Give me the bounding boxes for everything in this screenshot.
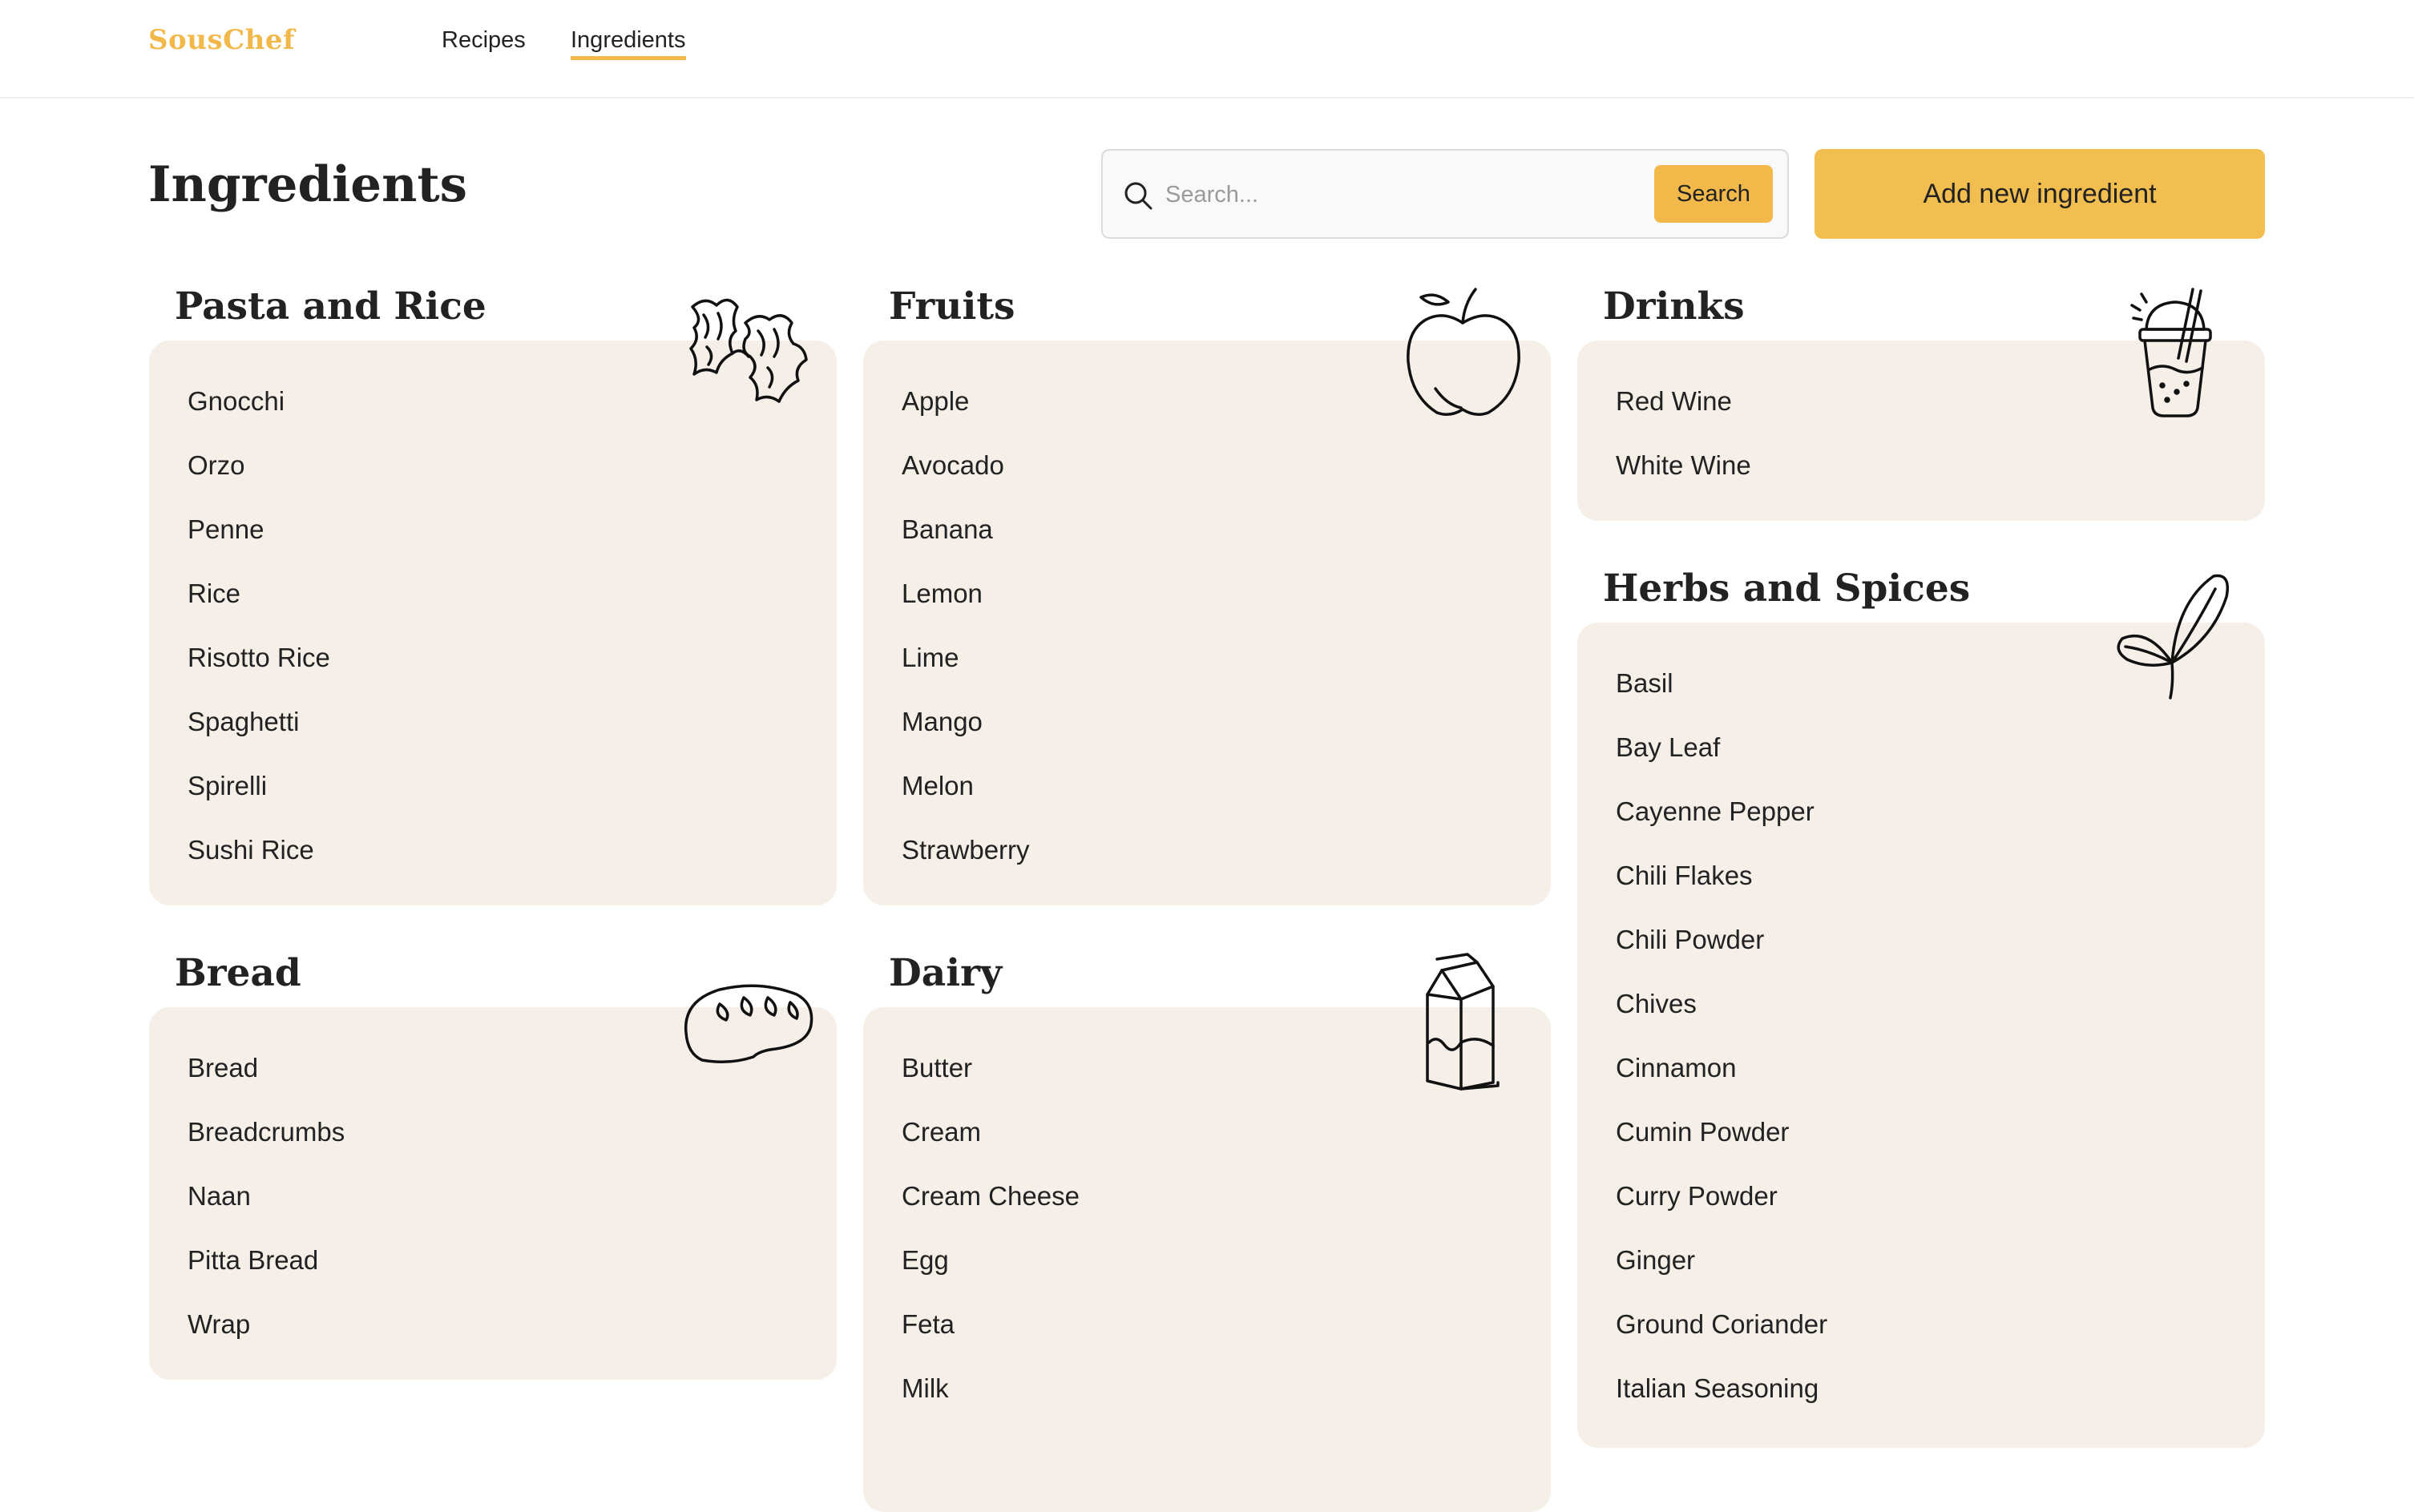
category-title: Herbs and Spices [1603,566,1971,611]
ingredient-item-cumin-powder[interactable]: Cumin Powder [1616,1110,1827,1174]
category-title: Pasta and Rice [175,284,486,329]
ingredient-item-mango[interactable]: Mango [902,700,1030,764]
nav-link-recipes[interactable]: Recipes [442,27,526,56]
ingredient-item-ginger[interactable]: Ginger [1616,1238,1827,1302]
ingredient-item-bay-leaf[interactable]: Bay Leaf [1616,725,1827,789]
ingredient-item-cayenne-pepper[interactable]: Cayenne Pepper [1616,789,1827,853]
ingredient-item-bread[interactable]: Bread [188,1046,345,1110]
ingredient-item-penne[interactable]: Penne [188,507,330,571]
ingredient-item-chives[interactable]: Chives [1616,982,1827,1046]
ingredient-item-risotto-rice[interactable]: Risotto Rice [188,635,330,700]
category-pasta-and-rice: Pasta and Rice Gnocchi Orzo Penne Rice R… [149,284,837,905]
category-fruits: Fruits Apple Avocado Banana Lemon Lime M… [863,284,1551,905]
ingredient-item-strawberry[interactable]: Strawberry [902,828,1030,892]
brand-logo[interactable]: SousChef [148,24,295,56]
ingredient-item-basil[interactable]: Basil [1616,661,1827,725]
category-herbs-and-spices: Herbs and Spices Basil Bay Leaf Cayenne … [1577,566,2265,1448]
apple-icon [1399,284,1527,421]
search-icon [1122,179,1154,212]
ingredient-item-chili-powder[interactable]: Chili Powder [1616,917,1827,982]
ingredient-item-cream[interactable]: Cream [902,1110,1080,1174]
category-title: Bread [175,951,301,995]
ingredient-item-butter[interactable]: Butter [902,1046,1080,1110]
add-new-ingredient-button[interactable]: Add new ingredient [1815,149,2265,239]
ingredient-list: Basil Bay Leaf Cayenne Pepper Chili Flak… [1616,661,1827,1430]
ingredient-list: Red Wine White Wine [1616,379,1751,507]
category-title: Fruits [889,284,1015,329]
ingredient-list: Butter Cream Cream Cheese Egg Feta Milk [902,1046,1080,1430]
ingredient-item-pitta-bread[interactable]: Pitta Bread [188,1238,345,1302]
bread-icon [680,980,816,1068]
search-input[interactable] [1165,175,1614,215]
ingredient-item-milk[interactable]: Milk [902,1366,1080,1430]
ingredient-item-naan[interactable]: Naan [188,1174,345,1238]
ingredient-item-lemon[interactable]: Lemon [902,571,1030,635]
ingredient-item-breadcrumbs[interactable]: Breadcrumbs [188,1110,345,1174]
ingredient-item-apple[interactable]: Apple [902,379,1030,443]
category-dairy: Dairy Butter Cream Cream Cheese Egg Feta… [863,951,1551,1512]
category-bread: Bread Bread Breadcrumbs Naan Pitta Bread… [149,951,837,1380]
ingredient-item-curry-powder[interactable]: Curry Powder [1616,1174,1827,1238]
ingredient-item-orzo[interactable]: Orzo [188,443,330,507]
ingredient-list: Gnocchi Orzo Penne Rice Risotto Rice Spa… [188,379,330,892]
category-drinks: Drinks Red Wine White Wine [1577,284,2265,521]
ingredient-item-cream-cheese[interactable]: Cream Cheese [902,1174,1080,1238]
pasta-icon [681,291,817,411]
search-button[interactable]: Search [1654,165,1773,223]
category-title: Drinks [1603,284,1745,329]
milk-carton-icon [1418,953,1506,1091]
ingredient-item-italian-seasoning[interactable]: Italian Seasoning [1616,1366,1827,1430]
ingredient-item-spaghetti[interactable]: Spaghetti [188,700,330,764]
ingredient-item-avocado[interactable]: Avocado [902,443,1030,507]
category-card: Basil Bay Leaf Cayenne Pepper Chili Flak… [1577,623,2265,1448]
ingredient-item-egg[interactable]: Egg [902,1238,1080,1302]
ingredient-item-white-wine[interactable]: White Wine [1616,443,1751,507]
ingredient-item-feta[interactable]: Feta [902,1302,1080,1366]
ingredient-item-sushi-rice[interactable]: Sushi Rice [188,828,330,892]
ingredient-item-chili-flakes[interactable]: Chili Flakes [1616,853,1827,917]
ingredient-item-ground-coriander[interactable]: Ground Coriander [1616,1302,1827,1366]
category-card: Apple Avocado Banana Lemon Lime Mango Me… [863,341,1551,905]
category-card: Gnocchi Orzo Penne Rice Risotto Rice Spa… [149,341,837,905]
ingredient-item-melon[interactable]: Melon [902,764,1030,828]
ingredient-list: Apple Avocado Banana Lemon Lime Mango Me… [902,379,1030,892]
ingredient-item-lime[interactable]: Lime [902,635,1030,700]
nav-link-ingredients[interactable]: Ingredients [571,27,686,60]
ingredient-item-wrap[interactable]: Wrap [188,1302,345,1366]
ingredient-item-gnocchi[interactable]: Gnocchi [188,379,330,443]
ingredient-list: Bread Breadcrumbs Naan Pitta Bread Wrap [188,1046,345,1366]
page-title: Ingredients [148,156,467,213]
category-title: Dairy [889,951,1003,995]
leaf-icon [2113,570,2233,702]
ingredient-item-rice[interactable]: Rice [188,571,330,635]
ingredient-item-cinnamon[interactable]: Cinnamon [1616,1046,1827,1110]
ingredient-item-red-wine[interactable]: Red Wine [1616,379,1751,443]
top-navbar: SousChef Recipes Ingredients [0,0,2414,99]
ingredient-item-spirelli[interactable]: Spirelli [188,764,330,828]
ingredient-item-banana[interactable]: Banana [902,507,1030,571]
drink-cup-icon [2130,286,2218,422]
search-bar: Search [1101,149,1789,239]
